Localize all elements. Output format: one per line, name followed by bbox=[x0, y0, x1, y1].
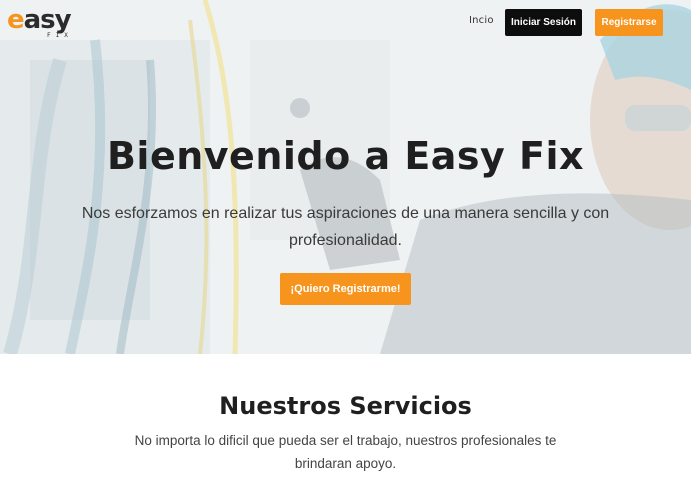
logo-letters: asy bbox=[23, 5, 72, 35]
hero-subtitle: Nos esforzamos en realizar tus aspiracio… bbox=[81, 205, 610, 249]
register-button[interactable]: Registrarse bbox=[595, 9, 663, 36]
logo-letter-e: e bbox=[7, 5, 25, 35]
hero-register-cta-button[interactable]: ¡Quiero Registrarme! bbox=[280, 273, 411, 305]
services-description: No importa lo dificil que pueda ser el t… bbox=[134, 433, 557, 471]
hero-section: easy FIX Incio Iniciar Sesión Registrars… bbox=[0, 0, 691, 354]
brand-logo[interactable]: easy FIX bbox=[7, 5, 83, 39]
services-title: Nuestros Servicios bbox=[219, 392, 472, 420]
nav-home-link[interactable]: Incio bbox=[469, 15, 494, 26]
logo-subtitle: FIX bbox=[47, 32, 73, 39]
logo-wordmark: easy bbox=[7, 5, 72, 35]
hero-title: Bienvenido a Easy Fix bbox=[106, 134, 585, 178]
login-button[interactable]: Iniciar Sesión bbox=[505, 9, 582, 36]
